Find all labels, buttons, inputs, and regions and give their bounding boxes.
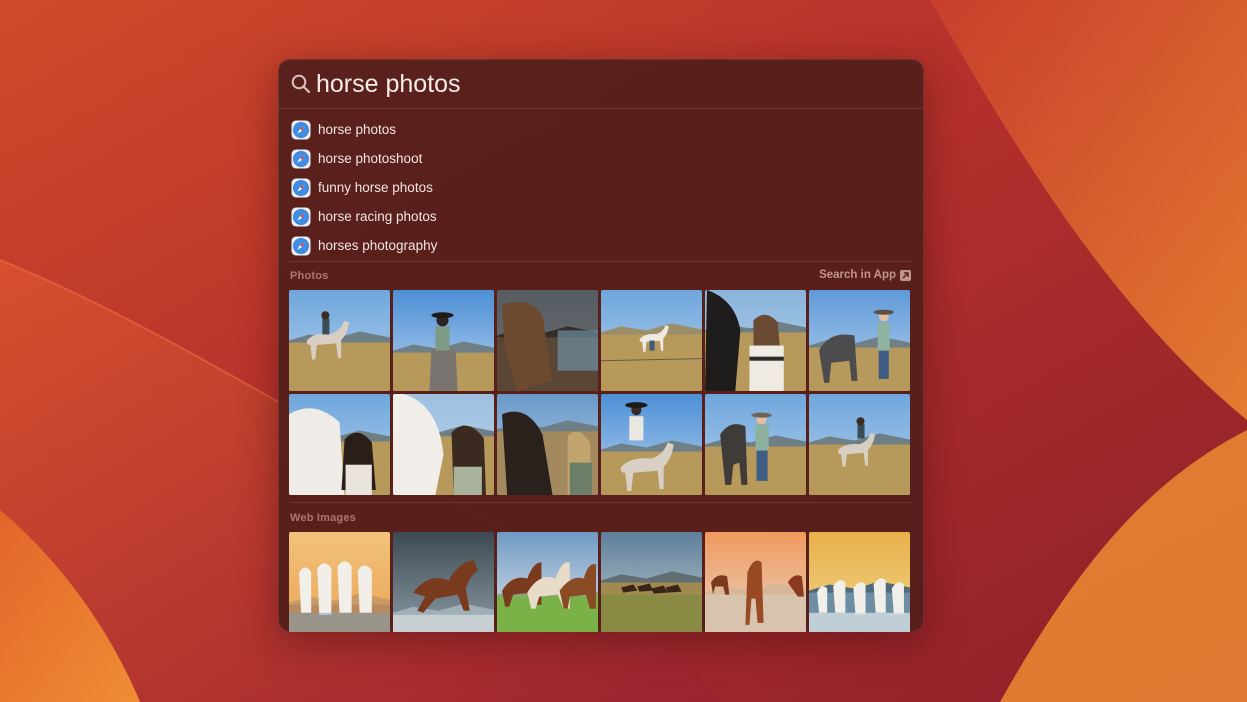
safari-compass-icon <box>291 149 311 168</box>
open-in-app-arrow-icon <box>900 269 911 281</box>
web-image-thumbnail[interactable] <box>809 532 910 632</box>
photo-thumbnail[interactable] <box>809 290 910 391</box>
safari-compass-icon <box>291 236 311 255</box>
suggestion-label: horse photoshoot <box>318 151 423 166</box>
web-images-section-title: Web Images <box>290 512 356 524</box>
web-image-thumbnail[interactable] <box>289 532 390 632</box>
suggestion-item[interactable]: horse racing photos <box>278 202 924 231</box>
safari-compass-icon <box>291 178 311 197</box>
photo-thumbnail[interactable] <box>497 290 598 391</box>
suggestion-item[interactable]: horses photography <box>278 231 924 260</box>
photo-thumbnail[interactable] <box>393 394 494 495</box>
photo-thumbnail[interactable] <box>705 290 806 391</box>
suggestion-label: horse racing photos <box>318 209 437 224</box>
suggestion-label: funny horse photos <box>318 180 433 195</box>
suggestion-label: horse photos <box>318 122 397 137</box>
photo-thumbnail[interactable] <box>705 394 806 495</box>
suggestion-item[interactable]: horse photoshoot <box>278 144 924 173</box>
web-images-grid <box>289 532 910 632</box>
web-image-thumbnail[interactable] <box>705 532 806 632</box>
search-bar <box>278 59 924 109</box>
suggestion-item[interactable]: funny horse photos <box>278 173 924 202</box>
photo-thumbnail[interactable] <box>601 290 702 391</box>
suggestion-label: horses photography <box>318 238 438 253</box>
divider <box>290 261 912 262</box>
web-image-thumbnail[interactable] <box>601 532 702 632</box>
search-in-app-label: Search in App <box>819 269 896 281</box>
photo-thumbnail[interactable] <box>809 394 910 495</box>
safari-compass-icon <box>291 120 311 139</box>
photos-grid <box>289 290 910 495</box>
suggestion-item[interactable]: horse photos <box>278 115 924 144</box>
divider <box>290 502 912 503</box>
photo-thumbnail[interactable] <box>601 394 702 495</box>
photo-thumbnail[interactable] <box>289 394 390 495</box>
suggestion-list: horse photos horse photoshoot funny horse … <box>278 115 924 260</box>
search-icon <box>291 74 311 94</box>
safari-compass-icon <box>291 207 311 226</box>
search-input[interactable] <box>316 67 896 101</box>
web-image-thumbnail[interactable] <box>393 532 494 632</box>
spotlight-window: horse photos horse photoshoot funny horse … <box>278 59 924 632</box>
photos-section-title: Photos <box>290 270 329 282</box>
web-image-thumbnail[interactable] <box>497 532 598 632</box>
photo-thumbnail[interactable] <box>497 394 598 495</box>
photo-thumbnail[interactable] <box>289 290 390 391</box>
photo-thumbnail[interactable] <box>393 290 494 391</box>
search-in-app-button[interactable]: Search in App <box>819 269 911 281</box>
